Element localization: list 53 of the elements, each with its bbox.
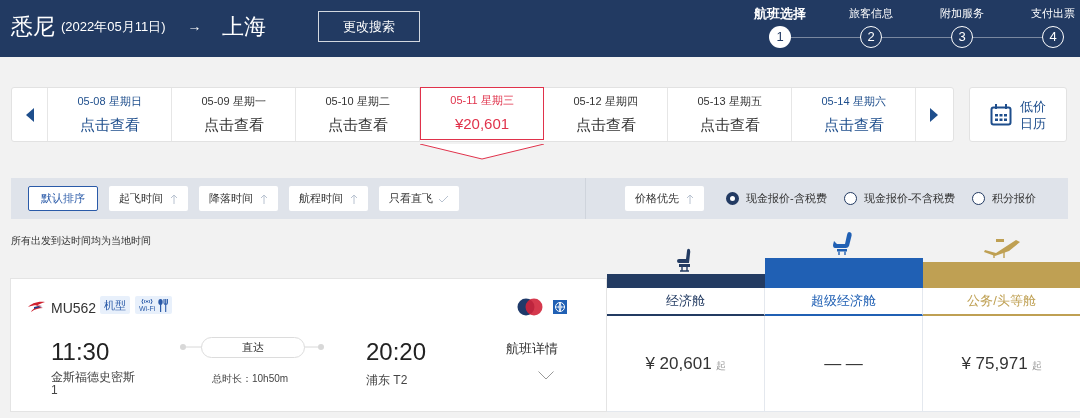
up-arrow-icon [260, 193, 268, 204]
wifi-icon [140, 298, 155, 305]
globe-icon [553, 300, 567, 314]
step-label: 旅客信息 [848, 6, 894, 21]
date-tab[interactable]: 05-14 星期六 点击查看 [792, 88, 916, 141]
alliance-logo-icon [517, 298, 543, 316]
up-arrow-icon [170, 193, 178, 204]
calendar-icon [990, 103, 1012, 126]
origin-city: 悉尼 [11, 13, 55, 41]
price-radio[interactable]: 现金报价-含税费 [726, 190, 827, 207]
route-arrow: → [187, 17, 202, 36]
change-search-button[interactable]: 更改搜索 [317, 11, 420, 42]
cabin-price-cell[interactable]: ¥ 20,601 起 [607, 316, 765, 412]
step-label: 附加服务 [939, 6, 985, 21]
aircraft-tag: 机型 [100, 296, 130, 314]
airline-logo-icon [28, 301, 45, 313]
cabin-header[interactable]: 经济舱 [607, 288, 765, 316]
time-note: 所有出发到达时间均为当地时间 [11, 234, 151, 248]
sort-button[interactable]: 只看直飞 [379, 186, 459, 211]
expand-chevron-icon[interactable] [538, 371, 554, 380]
price-radio[interactable]: 积分报价 [972, 190, 1037, 207]
low-price-calendar-button[interactable]: 低价 日历 [969, 87, 1067, 142]
price-radio[interactable]: 现金报价-不含税费 [843, 190, 956, 207]
price-sort-button[interactable]: 价格优先 [625, 186, 704, 211]
sort-button[interactable]: 起飞时间 [109, 186, 188, 211]
arrival-time: 20:20 [366, 337, 427, 367]
sort-button[interactable]: 降落时间 [199, 186, 278, 211]
flight-duration: 总时长：10h50m [212, 372, 289, 386]
cabin-header[interactable]: 超级经济舱 [765, 288, 923, 316]
dining-icon [158, 298, 169, 312]
date-tab[interactable]: 05-08 星期日 点击查看 [48, 88, 172, 141]
cabin-price-cell[interactable]: ¥ 75,971 起 [923, 316, 1080, 412]
date-tab[interactable]: 05-13 星期五 点击查看 [668, 88, 792, 141]
travel-date: (2022年05月11日) [61, 17, 166, 36]
sort-button[interactable]: 航程时间 [289, 186, 368, 211]
up-arrow-icon [350, 193, 358, 204]
sort-button[interactable]: 默认排序 [28, 186, 98, 211]
check-icon [438, 194, 449, 203]
destination-city: 上海 [221, 13, 266, 41]
nonstop-label: 直达 [201, 337, 305, 358]
tab-pointer-icon [420, 144, 544, 160]
flight-number: MU562 [51, 299, 97, 318]
cabin-price-cell[interactable]: — — [765, 316, 923, 412]
flat-bed-seat-icon [982, 236, 1022, 258]
step-label: 支付出票 [1030, 6, 1076, 21]
departure-time: 11:30 [51, 337, 110, 367]
flight-details-link[interactable]: 航班详情 [506, 339, 558, 359]
arrival-airport: 浦东 T2 [366, 372, 408, 389]
date-tab[interactable]: 05-09 星期一 点击查看 [172, 88, 296, 141]
departure-airport: 金斯福德史密斯 1 [51, 371, 135, 397]
step-label: 航班选择 [753, 5, 807, 23]
up-arrow-icon [686, 193, 694, 204]
date-tab[interactable]: 05-12 星期四 点击查看 [544, 88, 668, 141]
